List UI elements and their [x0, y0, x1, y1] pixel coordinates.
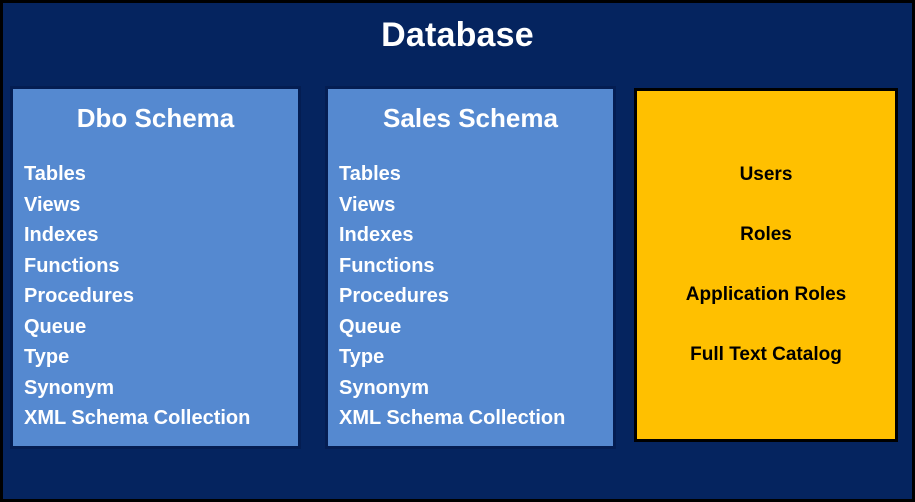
list-item: Full Text Catalog	[690, 344, 842, 365]
schema-object-list: Tables Views Indexes Functions Procedure…	[328, 135, 613, 434]
schema-title: Sales Schema	[383, 103, 558, 133]
list-item: Type	[24, 346, 70, 368]
list-item: Functions	[24, 254, 120, 277]
list-item: Tables	[24, 163, 86, 185]
list-item: Indexes	[339, 224, 414, 246]
schema-object-list: Tables Views Indexes Functions Procedure…	[13, 135, 298, 434]
schema-title: Dbo Schema	[76, 103, 235, 133]
page-title: Database	[381, 16, 534, 54]
list-item: Views	[339, 193, 396, 216]
list-item: Queue	[339, 315, 402, 338]
database-diagram: Database Dbo Schema Tables Views Indexes…	[0, 0, 915, 502]
list-item: Users	[739, 164, 793, 185]
list-item: Indexes	[24, 224, 99, 246]
list-item: XML Schema Collection	[24, 407, 251, 429]
list-item: Roles	[740, 224, 792, 245]
list-item: Synonym	[24, 376, 115, 399]
list-item: Synonym	[339, 376, 430, 399]
list-item: Type	[339, 346, 385, 368]
list-item: Queue	[24, 315, 87, 338]
schema-box-dbo: Dbo Schema Tables Views Indexes Function…	[10, 86, 301, 449]
list-item: Procedures	[339, 285, 450, 307]
list-item: Application Roles	[685, 284, 847, 305]
list-item: Tables	[339, 163, 401, 185]
list-item: XML Schema Collection	[339, 407, 566, 429]
list-item: Functions	[339, 254, 435, 277]
list-item: Views	[24, 193, 81, 216]
list-item: Procedures	[24, 285, 135, 307]
schema-box-sales: Sales Schema Tables Views Indexes Functi…	[325, 86, 616, 449]
security-box: Users Roles Application Roles Full Text …	[634, 88, 898, 442]
